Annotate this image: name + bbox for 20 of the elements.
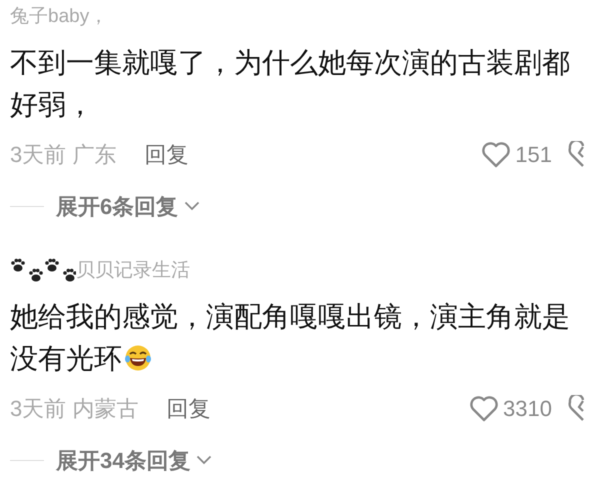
broken-heart-icon[interactable] <box>566 140 584 168</box>
broken-heart-icon[interactable] <box>566 394 584 422</box>
expand-replies-button[interactable]: 展开6条回复 <box>56 190 200 222</box>
like-button[interactable]: 3310 <box>469 392 552 424</box>
like-button[interactable]: 151 <box>481 138 552 170</box>
heart-icon <box>469 394 500 422</box>
reply-button[interactable]: 回复 <box>166 392 210 424</box>
reply-button[interactable]: 回复 <box>144 138 188 170</box>
heart-icon <box>481 140 512 168</box>
username[interactable]: 贝贝记录生活 <box>76 258 190 284</box>
chevron-down-icon <box>184 201 200 211</box>
comment-text: 不到一集就嘎了，为什么她每次演的古装剧都好弱， <box>10 46 571 122</box>
comment-time: 3天前 <box>10 140 66 168</box>
expand-replies-button[interactable]: 展开34条回复 <box>56 444 212 476</box>
comment-location: 内蒙古 <box>72 394 138 422</box>
comment-text: 她给我的感觉，演配角嘎嘎出镜，演主角就是没有光环 <box>10 300 571 376</box>
comment-time: 3天前 <box>10 394 66 422</box>
comment-location: 广东 <box>72 140 116 168</box>
username[interactable]: 兔子baby， <box>10 4 108 30</box>
chevron-down-icon <box>196 455 212 465</box>
